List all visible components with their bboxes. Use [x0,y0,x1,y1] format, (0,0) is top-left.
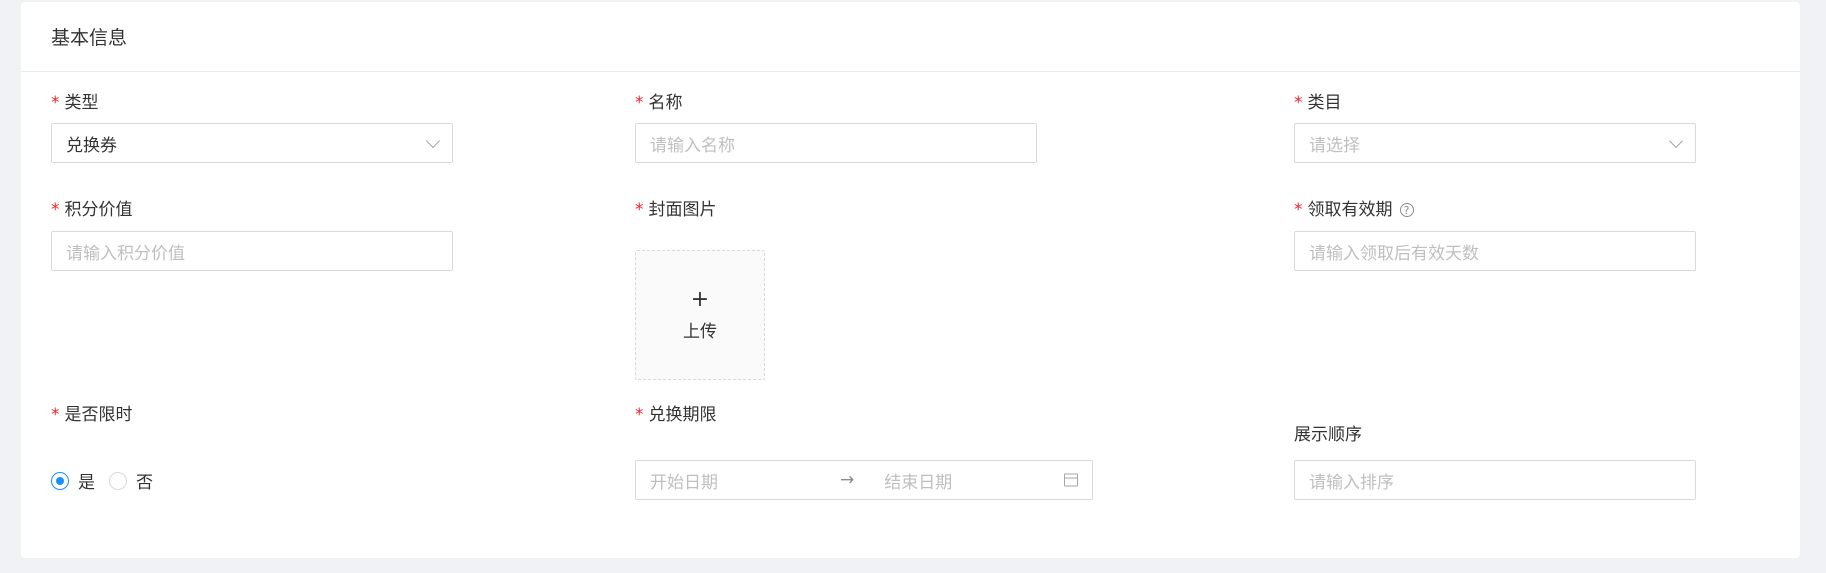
validity-label: * 领取有效期 ? [1294,198,1414,222]
limited-label: * 是否限时 [51,403,133,427]
question-circle-icon[interactable]: ? [1399,203,1414,217]
required-mark: * [635,200,644,220]
category-label: * 类目 [1294,91,1342,115]
required-mark: * [1294,200,1303,220]
category-select[interactable]: 请选择 [1294,123,1696,163]
upload-label: 上传 [683,321,717,342]
period-label-text: 兑换期限 [648,405,717,425]
name-input-placeholder: 请输入名称 [650,135,735,156]
radio-yes[interactable]: 是 [51,468,95,493]
type-select-value: 兑换券 [66,135,117,156]
sort-label: 展示顺序 [1294,423,1362,447]
points-label: * 积分价值 [51,198,133,222]
calendar-icon [1064,473,1078,487]
period-label: * 兑换期限 [635,403,717,427]
radio-no[interactable]: 否 [109,468,153,493]
required-mark: * [51,93,60,113]
end-date-input[interactable]: 结束日期 [884,468,952,493]
chevron-down-icon [1668,133,1684,149]
section-title: 基本信息 [51,27,128,49]
sort-label-text: 展示顺序 [1294,425,1362,445]
cover-label-text: 封面图片 [648,200,717,220]
limited-label-text: 是否限时 [64,405,133,425]
required-mark: * [1294,93,1303,113]
category-label-text: 类目 [1307,93,1342,113]
category-select-placeholder: 请选择 [1309,135,1360,156]
points-label-text: 积分价值 [64,200,133,220]
validity-label-text: 领取有效期 [1307,200,1393,220]
start-date-input[interactable]: 开始日期 [650,468,840,493]
radio-no-indicator[interactable] [109,471,127,490]
required-mark: * [635,93,644,113]
sort-input-placeholder: 请输入排序 [1309,472,1394,493]
type-label: * 类型 [51,91,99,115]
name-label-text: 名称 [648,93,683,113]
points-input-placeholder: 请输入积分价值 [66,243,185,264]
radio-no-label: 否 [136,473,153,493]
radio-yes-indicator[interactable] [51,471,69,490]
type-label-text: 类型 [64,93,99,113]
range-arrow-icon: → [840,470,855,490]
validity-input[interactable]: 请输入领取后有效天数 [1294,231,1696,271]
limited-radio-group: 是 否 [51,468,167,493]
radio-yes-label: 是 [78,473,95,493]
points-input[interactable]: 请输入积分价值 [51,231,453,271]
period-range-picker[interactable]: 开始日期 → 结束日期 [635,460,1093,500]
required-mark: * [51,405,60,425]
plus-icon: + [690,286,710,312]
validity-input-placeholder: 请输入领取后有效天数 [1309,243,1479,264]
sort-input[interactable]: 请输入排序 [1294,460,1696,500]
card-header: 基本信息 [21,2,1800,72]
required-mark: * [635,405,644,425]
cover-label: * 封面图片 [635,198,717,222]
name-label: * 名称 [635,91,683,115]
type-select[interactable]: 兑换券 [51,123,453,163]
basic-info-card: 基本信息 * 类型 兑换券 * 名称 请输入名称 * 类目 请选择 * 积分价值… [21,2,1800,558]
name-input[interactable]: 请输入名称 [635,123,1037,163]
cover-upload-button[interactable]: + 上传 [635,250,765,380]
required-mark: * [51,200,60,220]
chevron-down-icon [425,133,441,149]
